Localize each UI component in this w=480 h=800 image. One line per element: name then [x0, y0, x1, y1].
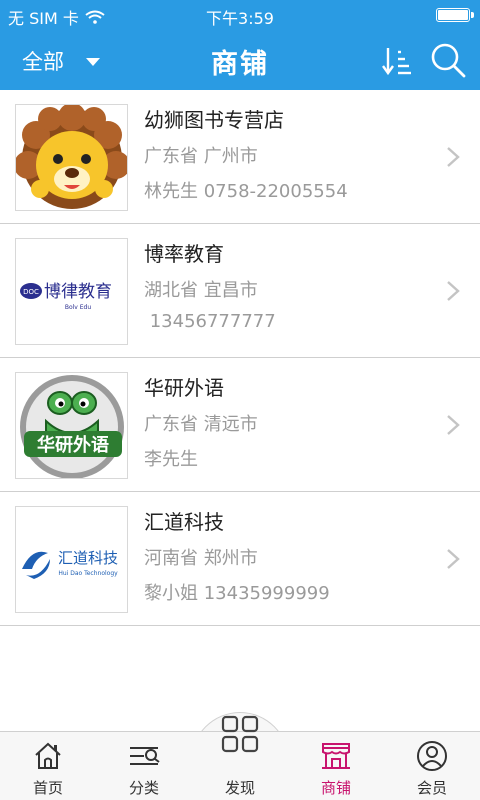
logo-subtext: Hui Dao Technology — [58, 570, 118, 577]
shop-row[interactable]: 华研外语 华研外语 广东省 清远市 李先生 — [0, 358, 480, 492]
shop-contact: 13456777777 — [144, 311, 276, 332]
tab-shop[interactable]: 商铺 — [288, 732, 384, 800]
shop-region: 广东省 清远市 — [144, 414, 258, 435]
logo-text: 华研外语 — [37, 434, 109, 456]
chevron-right-icon — [447, 281, 460, 301]
nav-header: 全部 商铺 — [0, 30, 480, 90]
shop-row[interactable]: DOC 博律教育 Bolv Edu 博率教育 湖北省 宜昌市 134567777… — [0, 224, 480, 358]
sort-icon[interactable] — [380, 44, 414, 78]
chevron-right-icon — [447, 549, 460, 569]
svg-text:DOC: DOC — [23, 288, 39, 296]
search-icon[interactable] — [428, 40, 468, 80]
shop-contact: 李先生 — [144, 449, 198, 470]
home-icon — [35, 742, 61, 769]
shop-icon — [322, 743, 350, 769]
tab-category[interactable]: 分类 — [96, 732, 192, 800]
member-icon — [417, 741, 447, 771]
battery-icon — [436, 8, 474, 22]
shop-contact: 林先生 0758-22005554 — [144, 181, 348, 202]
status-time: 下午3:59 — [206, 9, 274, 28]
bottom-tab-bar: 首页 分类 发现 商铺 会员 — [0, 715, 480, 800]
chevron-right-icon — [447, 147, 460, 167]
tab-home[interactable]: 首页 — [0, 732, 96, 800]
shop-row[interactable]: 幼狮图书专营店 广东省 广州市 林先生 0758-22005554 — [0, 90, 480, 224]
shop-region: 广东省 广州市 — [144, 146, 258, 167]
huidao-logo: 汇道科技 Hui Dao Technology — [15, 506, 128, 613]
shop-region: 河南省 郑州市 — [144, 548, 258, 569]
tab-label: 发现 — [224, 779, 255, 797]
tab-label: 分类 — [128, 779, 159, 797]
lion-logo — [15, 104, 128, 211]
tab-label: 首页 — [32, 779, 63, 797]
tab-member[interactable]: 会员 — [384, 732, 480, 800]
discover-grid-icon — [221, 715, 259, 753]
shop-name: 博率教育 — [144, 242, 224, 266]
tab-label: 商铺 — [320, 779, 351, 797]
shop-name: 华研外语 — [144, 376, 224, 400]
status-bar: 无 SIM 卡 下午3:59 — [0, 0, 480, 30]
shop-name: 汇道科技 — [144, 510, 224, 534]
top-bar: 无 SIM 卡 下午3:59 全部 商铺 — [0, 0, 480, 90]
shop-list: 幼狮图书专营店 广东省 广州市 林先生 0758-22005554 DOC 博律… — [0, 90, 480, 626]
shop-contact: 黎小姐 13435999999 — [144, 583, 330, 604]
category-icon — [130, 747, 160, 765]
shop-name: 幼狮图书专营店 — [144, 108, 284, 132]
logo-text: 汇道科技 — [58, 549, 118, 567]
chevron-right-icon — [447, 415, 460, 435]
tab-label: 会员 — [416, 779, 447, 797]
tab-discover[interactable]: 发现 — [192, 715, 288, 800]
frog-logo: 华研外语 — [15, 372, 128, 479]
bolv-education-logo: DOC 博律教育 Bolv Edu — [15, 238, 128, 345]
logo-subtext: Bolv Edu — [65, 304, 92, 311]
shop-region: 湖北省 宜昌市 — [144, 280, 258, 301]
shop-row[interactable]: 汇道科技 Hui Dao Technology 汇道科技 河南省 郑州市 黎小姐… — [0, 492, 480, 626]
logo-text: 博律教育 — [44, 282, 112, 302]
